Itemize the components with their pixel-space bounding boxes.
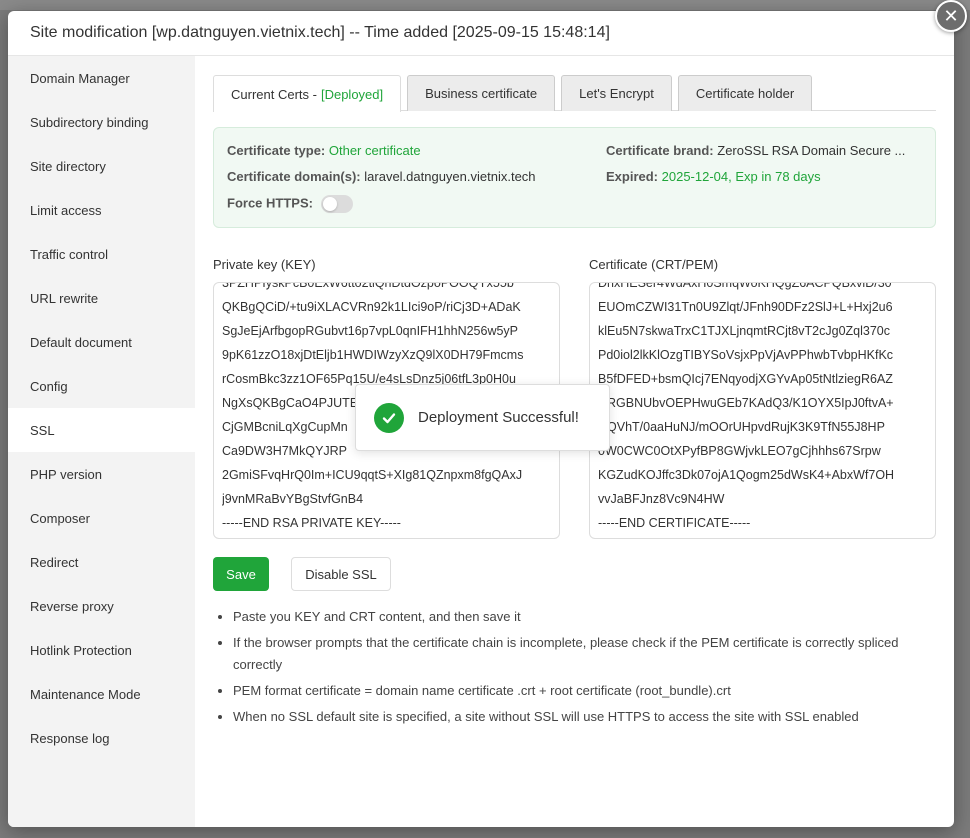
toast-message: Deployment Successful!	[418, 409, 579, 426]
code-line: j9vnMRaBvYBgStvfGnB4	[222, 492, 364, 506]
disable-ssl-button[interactable]: Disable SSL	[291, 557, 391, 591]
tab-status-deployed: [Deployed]	[320, 86, 384, 102]
help-note: If the browser prompts that the certific…	[213, 632, 936, 676]
tab-label: Let's Encrypt	[579, 86, 654, 101]
code-line: HRGBNUbvOEPHwuGEb7KAdQ3/K1OYX5IpJ0ftvA+	[598, 396, 894, 410]
sidebar-item-composer[interactable]: Composer	[8, 496, 195, 540]
sidebar-item-default-document[interactable]: Default document	[8, 320, 195, 364]
close-dialog-button[interactable]: ✕	[935, 0, 967, 32]
sidebar-item-domain-manager[interactable]: Domain Manager	[8, 56, 195, 100]
sidebar-item-subdirectory-binding[interactable]: Subdirectory binding	[8, 100, 195, 144]
sidebar-item-php-version[interactable]: PHP version	[8, 452, 195, 496]
settings-sidebar: Domain Manager Subdirectory binding Site d…	[8, 56, 195, 827]
background-panel	[0, 0, 970, 10]
sidebar-item-traffic-control[interactable]: Traffic control	[8, 232, 195, 276]
sidebar-item-url-rewrite[interactable]: URL rewrite	[8, 276, 195, 320]
code-line: SgJeEjArfbgopRGubvt16p7vpL0qnIFH1hhN256w…	[222, 324, 519, 338]
code-line: EUOmCZWI31Tn0U9Zlqt/JFnh90DFz2SlJ+L+Hxj2…	[598, 300, 893, 314]
code-line: klEu5N7skwaTrxC1TJXLjnqmtRCjt8vT2cJg0Zql…	[598, 324, 890, 338]
sidebar-item-response-log[interactable]: Response log	[8, 716, 195, 760]
cert-brand: Certificate brand: ZeroSSL RSA Domain Se…	[606, 143, 906, 158]
sidebar-item-reverse-proxy[interactable]: Reverse proxy	[8, 584, 195, 628]
cert-expired-value: 2025-12-04, Exp in 78 days	[661, 169, 821, 184]
deployment-toast: Deployment Successful!	[355, 384, 610, 451]
code-line: DhxHESer4WdAxH0SmqWoKHQgZ6ACPQBxviD/30	[598, 282, 892, 290]
ssl-help-notes: Paste you KEY and CRT content, and then …	[213, 606, 936, 732]
tab-current-certs[interactable]: Current Certs - [Deployed]	[213, 75, 402, 112]
sidebar-item-maintenance-mode[interactable]: Maintenance Mode	[8, 672, 195, 716]
certificate-textarea[interactable]: DhxHESer4WdAxH0SmqWoKHQgZ6ACPQBxviD/30 EU…	[589, 282, 936, 539]
tab-label: Current Certs -	[231, 86, 317, 102]
ssl-tabs: Current Certs - [Deployed] Business certif…	[213, 75, 936, 112]
tab-label: Business certificate	[425, 86, 538, 101]
save-button[interactable]: Save	[213, 557, 269, 591]
help-note: PEM format certificate = domain name cer…	[213, 680, 936, 702]
sidebar-item-site-directory[interactable]: Site directory	[8, 144, 195, 188]
help-note: Paste you KEY and CRT content, and then …	[213, 606, 936, 628]
cert-type: Certificate type: Other certificate	[227, 143, 421, 158]
certificate-lines: DhxHESer4WdAxH0SmqWoKHQgZ6ACPQBxviD/30 EU…	[598, 282, 927, 535]
code-line: KGZudKOJffc3Dk07ojA1Qogm25dWsK4+AbxWf7OH	[598, 468, 895, 482]
tab-let-s-encrypt[interactable]: Let's Encrypt	[561, 75, 672, 111]
sidebar-item-limit-access[interactable]: Limit access	[8, 188, 195, 232]
close-icon: ✕	[943, 5, 959, 26]
code-line: vvJaBFJnz8Vc9N4HW	[598, 492, 725, 506]
sidebar-item-config[interactable]: Config	[8, 364, 195, 408]
force-https-toggle[interactable]	[320, 195, 353, 213]
cert-brand-value: ZeroSSL RSA Domain Secure ...	[717, 143, 906, 158]
ssl-panel: Current Certs - [Deployed] Business certif…	[213, 56, 936, 724]
dialog-title: Site modification [wp.datnguyen.vietnix.…	[30, 24, 610, 41]
certificate-info-box: Certificate type: Other certificate Cert…	[213, 127, 936, 228]
code-line: -----END RSA PRIVATE KEY-----	[222, 516, 401, 530]
sidebar-item-redirect[interactable]: Redirect	[8, 540, 195, 584]
code-line: 3PZHPIyskPcB0ExW6tto2tlQhDtdOzpoPOOQYx55…	[222, 282, 514, 290]
code-line: QKBgQCiD/+tu9iXLACVRn92k1LIci9oP/riCj3D+…	[222, 300, 521, 314]
private-key-label: Private key (KEY)	[213, 257, 316, 272]
cert-type-value: Other certificate	[328, 143, 421, 158]
tab-label: Certificate holder	[695, 86, 795, 101]
force-https: Force HTTPS:	[227, 195, 353, 213]
code-line: 0W0CWC0OtXPyfBP8GWjvkLEO7gCjhhhs67Srpw	[598, 444, 881, 458]
code-line: 2GmiSFvqHrQ0Im+ICU9qqtS+XIg81QZnpxm8fgQA…	[222, 468, 523, 482]
code-line: Pd0iol2lkKlOzgTIBYSoVsjxPpVjAvPPhwbTvbpH…	[598, 348, 894, 362]
code-line: xjQVhT/0aaHuNJ/mOOrUHpvdRujK3K9TfN55J8HP	[598, 420, 885, 434]
tab-certificate-holder[interactable]: Certificate holder	[677, 75, 813, 111]
tab-business-certificate[interactable]: Business certificate	[407, 75, 556, 111]
cert-expired: Expired: 2025-12-04, Exp in 78 days	[606, 169, 821, 184]
code-line: 9pK61zzO18xjDtEljb1HWDIWzyXzQ9lX0DH79Fmc…	[222, 348, 524, 362]
help-note: When no SSL default site is specified, a…	[213, 706, 936, 728]
sidebar-item-ssl[interactable]: SSL	[8, 408, 195, 452]
cert-domain-value: laravel.datnguyen.vietnix.tech	[364, 169, 536, 184]
cert-domain: Certificate domain(s): laravel.datnguyen…	[227, 169, 536, 184]
dialog-header: Site modification [wp.datnguyen.vietnix.…	[8, 11, 954, 56]
sidebar-item-hotlink-protection[interactable]: Hotlink Protection	[8, 628, 195, 672]
certificate-label: Certificate (CRT/PEM)	[589, 257, 719, 272]
code-line: B5fDFED+bsmQIcj7ENqyodjXGYvAp05tNtlziegR…	[598, 372, 893, 386]
code-line: -----END CERTIFICATE-----	[598, 516, 751, 530]
check-circle-icon	[374, 402, 404, 433]
